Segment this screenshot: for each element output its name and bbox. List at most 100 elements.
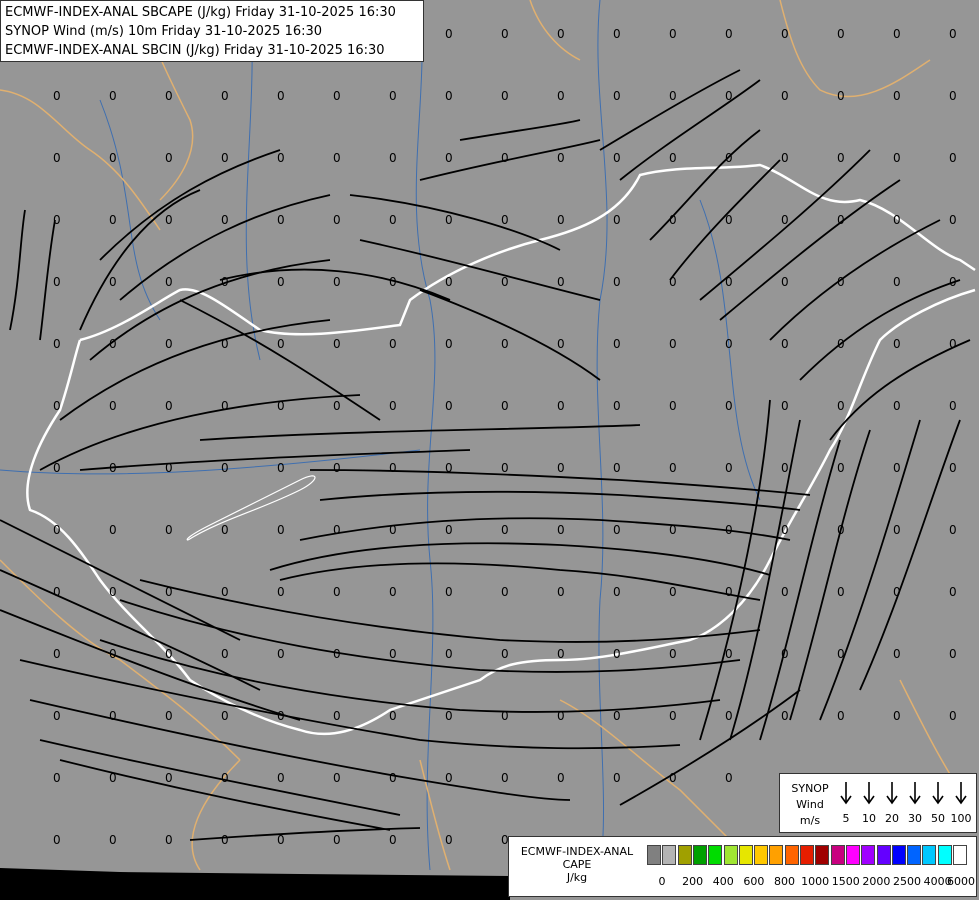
sbcin-value: 0 — [277, 647, 285, 661]
cape-color-swatch — [692, 845, 707, 865]
sbcin-value: 0 — [165, 585, 173, 599]
sbcin-value: 0 — [277, 709, 285, 723]
sbcin-value: 0 — [949, 337, 957, 351]
sbcin-value: 0 — [837, 275, 845, 289]
sbcin-value: 0 — [501, 27, 509, 41]
cape-color-swatch — [769, 845, 784, 865]
sbcin-value: 0 — [893, 27, 901, 41]
sbcin-value: 0 — [445, 399, 453, 413]
sbcin-value: 0 — [725, 585, 733, 599]
wind-legend-value: 30 — [908, 812, 922, 825]
sbcin-value: 0 — [277, 585, 285, 599]
wind-legend-value: 100 — [950, 812, 972, 825]
sbcin-value: 0 — [613, 709, 621, 723]
sbcin-value: 0 — [837, 213, 845, 227]
sbcin-value: 0 — [389, 275, 397, 289]
sbcin-value: 0 — [333, 709, 341, 723]
sbcin-value: 0 — [389, 523, 397, 537]
sbcin-value: 0 — [893, 337, 901, 351]
wind-arrow-icon — [863, 782, 875, 805]
sbcin-value: 0 — [109, 585, 117, 599]
sbcin-value: 0 — [501, 585, 509, 599]
sbcin-value: 0 — [501, 89, 509, 103]
sbcin-value: 0 — [669, 275, 677, 289]
sbcin-value: 0 — [725, 27, 733, 41]
sbcin-value: 0 — [389, 833, 397, 847]
sbcin-value: 0 — [445, 771, 453, 785]
sbcin-value: 0 — [277, 337, 285, 351]
sbcin-value: 0 — [725, 523, 733, 537]
sbcin-value: 0 — [53, 585, 61, 599]
sbcin-value: 0 — [557, 461, 565, 475]
title-sbcin: ECMWF-INDEX-ANAL SBCIN (J/kg) Friday 31-… — [5, 43, 385, 58]
sbcin-value: 0 — [53, 647, 61, 661]
sbcin-value: 0 — [445, 27, 453, 41]
sbcin-value: 0 — [277, 151, 285, 165]
cape-color-swatch — [800, 845, 814, 865]
sbcin-value: 0 — [837, 461, 845, 475]
cape-color-swatch — [662, 845, 677, 865]
sbcin-value: 0 — [277, 275, 285, 289]
sbcin-value: 0 — [109, 833, 117, 847]
sbcin-value: 0 — [781, 275, 789, 289]
sbcin-value: 0 — [669, 709, 677, 723]
cape-legend-tick: 1000 — [801, 875, 830, 888]
sbcin-value: 0 — [53, 399, 61, 413]
sbcin-value: 0 — [165, 647, 173, 661]
sbcin-value: 0 — [781, 27, 789, 41]
sbcin-value: 0 — [893, 275, 901, 289]
cape-color-swatch — [845, 845, 860, 865]
wind-arrow-icon — [840, 782, 852, 805]
sbcin-value: 0 — [781, 337, 789, 351]
sbcin-value: 0 — [277, 771, 285, 785]
sbcin-value: 0 — [837, 647, 845, 661]
wind-arrow-icon — [909, 782, 921, 805]
sbcin-value: 0 — [837, 523, 845, 537]
sbcin-value: 0 — [53, 771, 61, 785]
sbcin-value: 0 — [557, 151, 565, 165]
sbcin-value: 0 — [613, 337, 621, 351]
sbcin-value: 0 — [109, 275, 117, 289]
sbcin-value: 0 — [949, 585, 957, 599]
sbcin-value: 0 — [669, 771, 677, 785]
sbcin-value: 0 — [725, 461, 733, 475]
sbcin-value: 0 — [613, 523, 621, 537]
cape-legend-tick: 2000 — [862, 875, 891, 888]
cape-color-swatch — [830, 845, 845, 865]
sbcin-value: 0 — [109, 213, 117, 227]
sbcin-value: 0 — [893, 461, 901, 475]
sbcin-value: 0 — [389, 585, 397, 599]
sbcin-value: 0 — [893, 89, 901, 103]
sbcin-value: 0 — [725, 89, 733, 103]
sbcin-value: 0 — [389, 771, 397, 785]
sbcin-value: 0 — [557, 275, 565, 289]
sbcin-value: 0 — [501, 337, 509, 351]
weather-map: 0 0 0 0 0 0 0 0 0 0 0 0 0 0 0 0 0 0 0 0 0 0 0 0 0 0 0 0 0 0 0 0 0 0 0 0 0 0 0 0… — [0, 0, 979, 900]
sbcin-value: 0 — [893, 709, 901, 723]
sbcin-value: 0 — [333, 647, 341, 661]
sbcin-value: 0 — [165, 275, 173, 289]
sbcin-value: 0 — [893, 399, 901, 413]
sbcin-value: 0 — [613, 399, 621, 413]
sbcin-value: 0 — [837, 89, 845, 103]
sbcin-value: 0 — [669, 151, 677, 165]
wind-arrow-icon — [886, 782, 898, 805]
sbcin-value: 0 — [221, 771, 229, 785]
sbcin-value: 0 — [725, 709, 733, 723]
wind-legend-label-synop: SYNOP — [791, 782, 829, 795]
sbcin-value: 0 — [277, 399, 285, 413]
sbcin-value: 0 — [949, 647, 957, 661]
sbcin-value: 0 — [333, 461, 341, 475]
cape-legend-tick: 1500 — [831, 875, 860, 888]
sbcin-value: 0 — [501, 771, 509, 785]
sbcin-value: 0 — [781, 399, 789, 413]
sbcin-value: 0 — [445, 585, 453, 599]
map-title-box: ECMWF-INDEX-ANAL SBCAPE (J/kg) Friday 31… — [0, 0, 424, 62]
wind-arrow-icon — [955, 782, 967, 805]
sbcin-value: 0 — [445, 523, 453, 537]
sbcin-value: 0 — [109, 709, 117, 723]
sbcin-value: 0 — [613, 151, 621, 165]
cape-color-swatch — [937, 845, 952, 865]
sbcin-value: 0 — [165, 337, 173, 351]
sbcin-value: 0 — [221, 647, 229, 661]
